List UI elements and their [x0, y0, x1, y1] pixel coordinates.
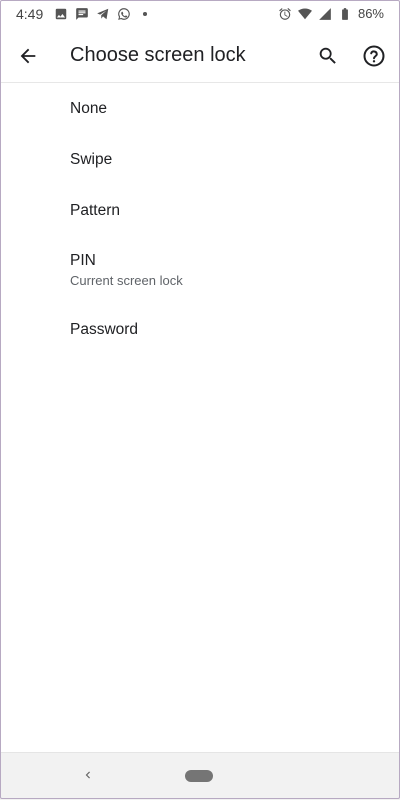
- option-subtitle: Current screen lock: [70, 273, 183, 288]
- option-title: Password: [70, 320, 139, 338]
- option-none[interactable]: None: [0, 83, 400, 134]
- telegram-icon: [96, 7, 110, 21]
- home-pill-icon[interactable]: [185, 770, 213, 782]
- nav-back-button[interactable]: [78, 765, 98, 785]
- back-button[interactable]: [14, 42, 42, 70]
- option-title: PIN: [70, 252, 96, 269]
- battery-icon: [338, 7, 352, 21]
- option-pattern[interactable]: Pattern: [0, 185, 400, 236]
- status-time: 4:49: [16, 6, 44, 22]
- wifi-icon: [297, 7, 312, 21]
- whatsapp-icon: [117, 7, 131, 21]
- navigation-bar: [0, 752, 400, 800]
- status-bar: 4:49 86%: [0, 0, 400, 30]
- option-password[interactable]: Password: [0, 304, 400, 355]
- nav-back-icon: [85, 771, 90, 779]
- notification-icons: [54, 7, 152, 21]
- arrow-back-icon: [20, 48, 36, 64]
- dot-icon: [138, 7, 152, 21]
- option-swipe[interactable]: Swipe: [0, 134, 400, 185]
- help-button[interactable]: [360, 42, 388, 70]
- battery-percentage: 86%: [357, 6, 384, 21]
- help-icon: [363, 45, 385, 67]
- option-title: Swipe: [70, 150, 113, 168]
- signal-icon: [318, 7, 332, 21]
- option-pin[interactable]: PIN Current screen lock: [0, 236, 400, 304]
- search-button[interactable]: [314, 42, 342, 70]
- system-icons: 86%: [278, 6, 384, 21]
- alarm-icon: [278, 7, 292, 21]
- screen-lock-options: None Swipe Pattern PIN Current screen lo…: [0, 83, 400, 355]
- message-icon: [75, 7, 89, 21]
- option-title: None: [70, 99, 108, 117]
- app-bar: Choose screen lock: [0, 30, 400, 83]
- image-icon: [54, 7, 68, 21]
- option-title: Pattern: [70, 201, 120, 219]
- page-title: Choose screen lock: [70, 44, 246, 66]
- search-icon: [319, 47, 336, 64]
